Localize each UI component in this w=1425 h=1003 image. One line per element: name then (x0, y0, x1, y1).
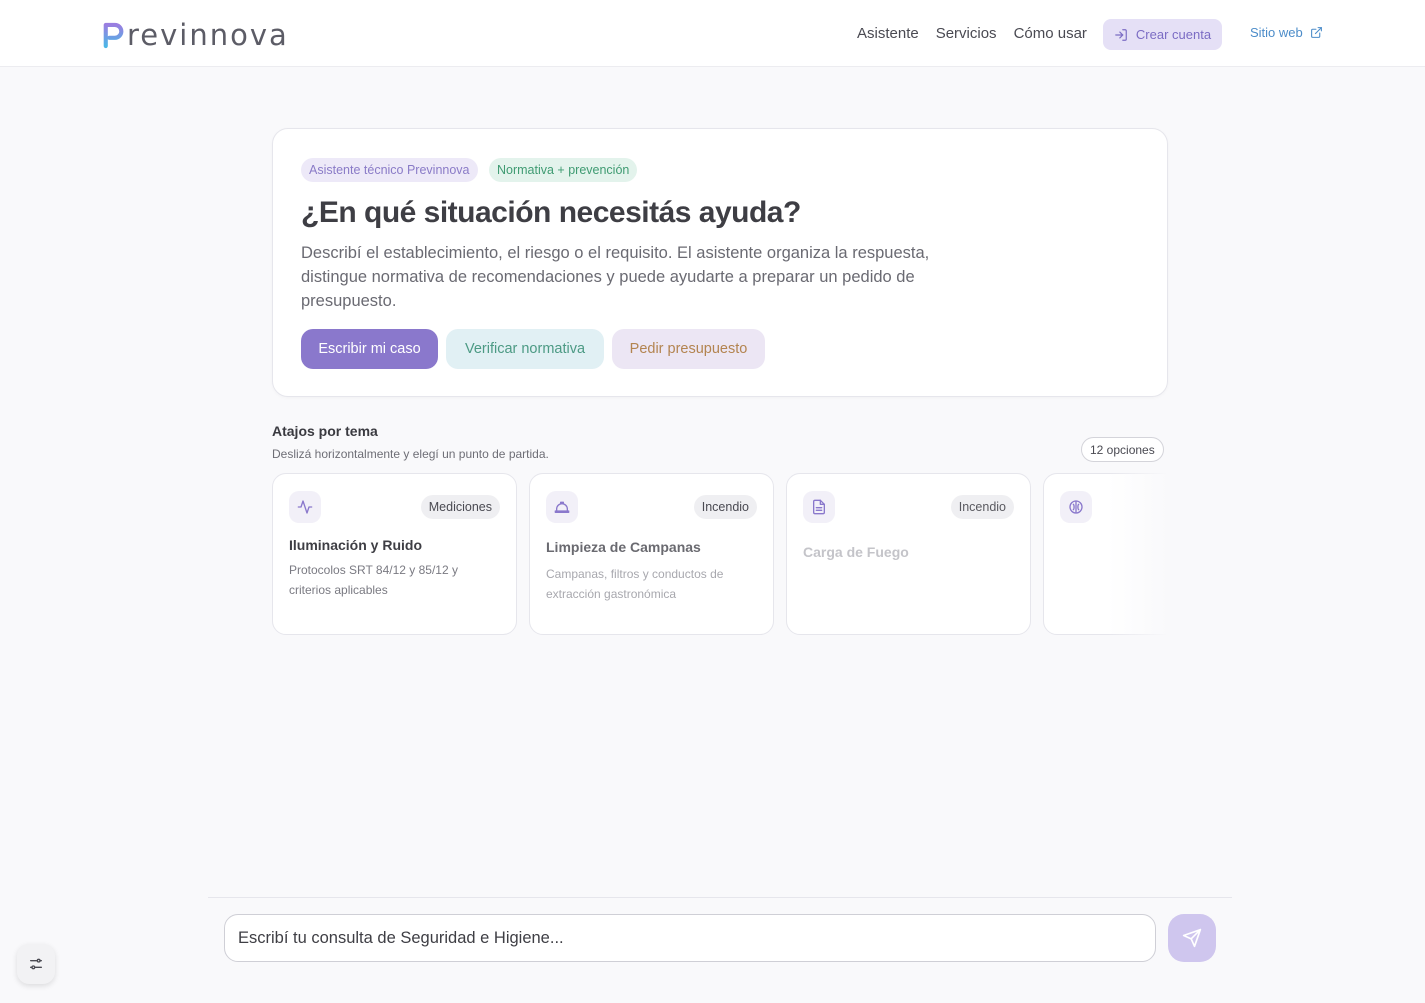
shortcut-card-carga-fuego[interactable]: Incendio Carga de Fuego (786, 473, 1031, 635)
website-label: Sitio web (1250, 25, 1303, 40)
card-description: Campanas, filtros y conductos de extracc… (546, 567, 724, 601)
send-icon (1182, 928, 1202, 948)
create-account-label: Crear cuenta (1135, 27, 1212, 42)
shortcut-card-iluminacion[interactable]: Mediciones Iluminación y Ruido Protocolo… (272, 473, 517, 635)
hard-hat-icon (546, 491, 578, 523)
document-icon (803, 491, 835, 523)
tag-normativa: Normativa + prevención (489, 158, 638, 182)
shortcuts-title: Atajos por tema (272, 423, 378, 439)
shortcut-card-campanas[interactable]: Incendio Limpieza de Campanas Campanas, … (529, 473, 774, 635)
card-tag: Mediciones (420, 495, 500, 519)
brand-logo[interactable]: revinnova (103, 17, 289, 53)
card-description: Protocolos SRT 84/12 y 85/12 y criterios… (289, 563, 458, 597)
send-button[interactable] (1168, 914, 1216, 962)
brand-name: revinnova (127, 18, 289, 52)
settings-button[interactable] (17, 944, 55, 984)
composer-divider (208, 897, 1232, 898)
verify-regulation-button[interactable]: Verificar normativa (446, 329, 604, 369)
create-account-button[interactable]: Crear cuenta (1103, 19, 1222, 50)
card-title: Limpieza de Campanas (546, 539, 701, 555)
website-link[interactable]: Sitio web (1250, 25, 1323, 40)
external-link-icon (1310, 27, 1322, 38)
nav-asistente[interactable]: Asistente (857, 25, 919, 42)
card-tag: Incendio (950, 495, 1014, 519)
hero-description: Describí el establecimiento, el riesgo o… (301, 244, 930, 310)
nav-como-usar[interactable]: Cómo usar (1014, 25, 1087, 42)
carousel-fade (1108, 473, 1168, 635)
shortcut-carousel[interactable]: Mediciones Iluminación y Ruido Protocolo… (272, 473, 1168, 635)
sliders-icon (30, 958, 42, 970)
tag-asistente: Asistente técnico Previnnova (301, 158, 478, 182)
hero-title: ¿En qué situación necesitás ayuda? (301, 196, 801, 229)
query-input[interactable] (238, 928, 1155, 948)
brain-icon (1060, 491, 1092, 523)
shortcuts-subtitle: Deslizá horizontalmente y elegí un punto… (272, 447, 549, 461)
card-title: Carga de Fuego (803, 544, 909, 560)
card-tag: Incendio (693, 495, 757, 519)
request-quote-button[interactable]: Pedir presupuesto (612, 329, 765, 369)
login-icon (1115, 28, 1127, 41)
query-input-wrapper[interactable] (224, 914, 1156, 962)
main-nav: Asistente Servicios Cómo usar (857, 0, 1104, 67)
hero-card: Asistente técnico Previnnova Normativa +… (272, 128, 1168, 397)
options-count-badge: 12 opciones (1081, 437, 1164, 462)
logo-mark-icon (103, 22, 124, 49)
card-title: Iluminación y Ruido (289, 537, 423, 553)
top-header: revinnova Asistente Servicios Cómo usar … (0, 0, 1425, 67)
write-case-button[interactable]: Escribir mi caso (301, 329, 438, 369)
activity-icon (289, 491, 321, 523)
nav-servicios[interactable]: Servicios (936, 25, 997, 42)
